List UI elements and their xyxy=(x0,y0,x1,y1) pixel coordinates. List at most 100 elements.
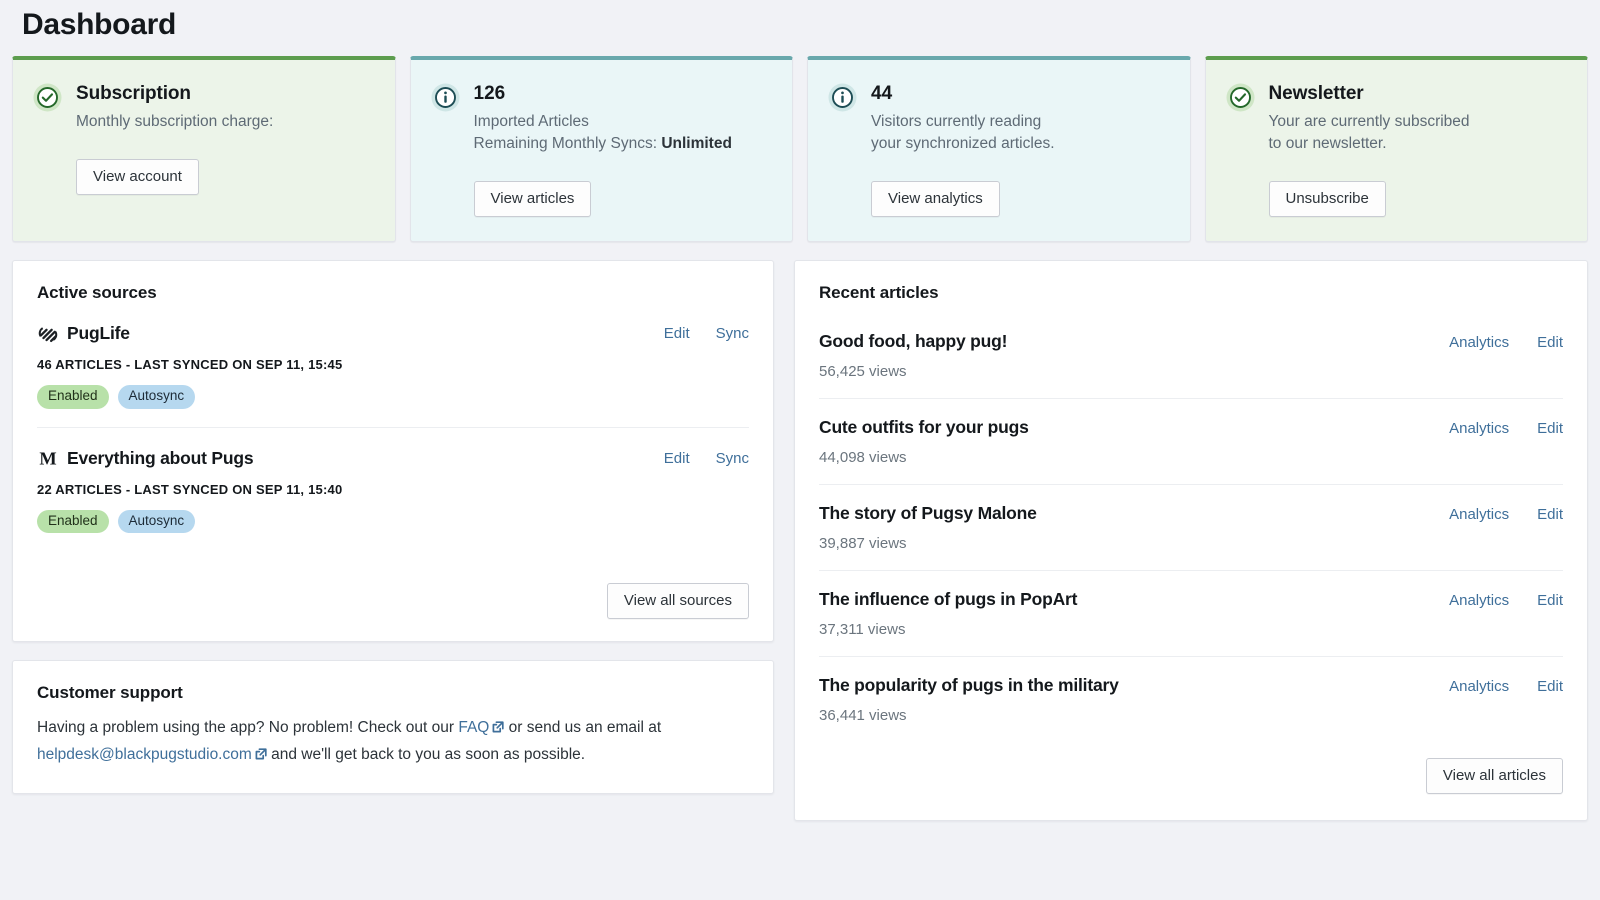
active-sources-list: PugLife Edit Sync 46 ARTICLES - LAST SYN… xyxy=(13,309,773,574)
card-title: 126 xyxy=(474,82,769,106)
faq-link[interactable]: FAQ xyxy=(458,719,489,736)
source-name: PugLife xyxy=(67,323,130,344)
article-edit-link[interactable]: Edit xyxy=(1537,592,1563,609)
article-views: 37,311 views xyxy=(819,621,1449,638)
status-card-imported-articles: 126 Imported Articles Remaining Monthly … xyxy=(410,56,794,242)
view-all-sources-button[interactable]: View all sources xyxy=(607,583,749,619)
article-actions: Analytics Edit xyxy=(1449,675,1563,695)
source-actions: Edit Sync xyxy=(664,450,749,467)
article-analytics-link[interactable]: Analytics xyxy=(1449,592,1509,609)
support-email-link[interactable]: helpdesk@blackpugstudio.com xyxy=(37,746,252,763)
card-button-wrap: View account xyxy=(76,159,371,195)
article-edit-link[interactable]: Edit xyxy=(1537,334,1563,351)
article-views: 44,098 views xyxy=(819,449,1449,466)
list-item: The story of Pugsy Malone 39,887 views A… xyxy=(819,484,1563,570)
status-card-subscription: Subscription Monthly subscription charge… xyxy=(12,56,396,242)
article-analytics-link[interactable]: Analytics xyxy=(1449,506,1509,523)
support-text-after: and we'll get back to you as soon as pos… xyxy=(267,746,585,763)
article-edit-link[interactable]: Edit xyxy=(1537,420,1563,437)
check-circle-icon xyxy=(1226,83,1255,112)
source-edit-link[interactable]: Edit xyxy=(664,325,690,342)
card-subtitle-line: your synchronized articles. xyxy=(871,133,1166,155)
article-actions: Analytics Edit xyxy=(1449,331,1563,351)
article-views: 56,425 views xyxy=(819,363,1449,380)
view-analytics-button[interactable]: View analytics xyxy=(871,181,1000,217)
external-link-icon xyxy=(255,743,267,755)
article-edit-link[interactable]: Edit xyxy=(1537,506,1563,523)
recent-articles-footer: View all articles xyxy=(795,742,1587,820)
source-sync-link[interactable]: Sync xyxy=(716,450,749,467)
customer-support-title: Customer support xyxy=(13,661,773,709)
customer-support-text: Having a problem using the app? No probl… xyxy=(13,709,773,768)
view-all-articles-button[interactable]: View all articles xyxy=(1426,758,1563,794)
info-circle-icon xyxy=(431,83,460,112)
card-head: Newsletter Your are currently subscribed… xyxy=(1226,82,1564,155)
customer-support-panel: Customer support Having a problem using … xyxy=(12,660,774,793)
card-title: Subscription xyxy=(76,82,371,106)
right-column: Recent articles Good food, happy pug! 56… xyxy=(794,260,1588,821)
list-item: The popularity of pugs in the military 3… xyxy=(819,656,1563,742)
card-body: Subscription Monthly subscription charge… xyxy=(76,82,371,133)
card-button-wrap: View articles xyxy=(474,181,769,217)
source-actions: Edit Sync xyxy=(664,325,749,342)
card-subtitle: Your are currently subscribed to our new… xyxy=(1269,111,1564,155)
source-header: PugLife Edit Sync xyxy=(37,323,749,345)
card-button-wrap: View analytics xyxy=(871,181,1166,217)
info-circle-icon xyxy=(828,83,857,112)
list-item: Good food, happy pug! 56,425 views Analy… xyxy=(819,313,1563,398)
active-sources-panel: Active sources xyxy=(12,260,774,643)
source-meta: 22 ARTICLES - LAST SYNCED ON SEP 11, 15:… xyxy=(37,482,749,497)
article-analytics-link[interactable]: Analytics xyxy=(1449,420,1509,437)
card-title: 44 xyxy=(871,82,1166,106)
status-badge-enabled: Enabled xyxy=(37,510,109,534)
support-text-between: or send us an email at xyxy=(504,719,661,736)
syncs-label: Remaining Monthly Syncs: xyxy=(474,135,662,152)
article-actions: Analytics Edit xyxy=(1449,503,1563,523)
recent-articles-panel: Recent articles Good food, happy pug! 56… xyxy=(794,260,1588,821)
card-subtitle: Monthly subscription charge: xyxy=(76,111,371,133)
support-text-before: Having a problem using the app? No probl… xyxy=(37,719,458,736)
unsubscribe-button[interactable]: Unsubscribe xyxy=(1269,181,1386,217)
card-subtitle-line: Visitors currently reading xyxy=(871,111,1166,133)
article-main: The influence of pugs in PopArt 37,311 v… xyxy=(819,589,1449,638)
check-circle-icon xyxy=(33,83,62,112)
article-main: The popularity of pugs in the military 3… xyxy=(819,675,1449,724)
active-sources-title: Active sources xyxy=(13,261,773,309)
medium-logo-icon: M xyxy=(37,448,63,470)
list-item: Cute outfits for your pugs 44,098 views … xyxy=(819,398,1563,484)
article-title: The story of Pugsy Malone xyxy=(819,503,1449,524)
recent-articles-title: Recent articles xyxy=(795,261,1587,309)
squarespace-logo-icon xyxy=(37,323,63,345)
article-analytics-link[interactable]: Analytics xyxy=(1449,678,1509,695)
article-analytics-link[interactable]: Analytics xyxy=(1449,334,1509,351)
article-actions: Analytics Edit xyxy=(1449,589,1563,609)
status-card-visitors: 44 Visitors currently reading your synch… xyxy=(807,56,1191,242)
article-actions: Analytics Edit xyxy=(1449,417,1563,437)
article-edit-link[interactable]: Edit xyxy=(1537,678,1563,695)
card-subtitle-line: to our newsletter. xyxy=(1269,133,1564,155)
article-views: 36,441 views xyxy=(819,707,1449,724)
source-sync-link[interactable]: Sync xyxy=(716,325,749,342)
syncs-value: Unlimited xyxy=(661,135,732,152)
article-views: 39,887 views xyxy=(819,535,1449,552)
card-subtitle-line: Monthly subscription charge: xyxy=(76,111,371,133)
source-meta: 46 ARTICLES - LAST SYNCED ON SEP 11, 15:… xyxy=(37,357,749,372)
article-title: Cute outfits for your pugs xyxy=(819,417,1449,438)
article-title: Good food, happy pug! xyxy=(819,331,1449,352)
article-main: Cute outfits for your pugs 44,098 views xyxy=(819,417,1449,466)
card-subtitle-line: Imported Articles xyxy=(474,111,769,133)
view-articles-button[interactable]: View articles xyxy=(474,181,592,217)
page-title: Dashboard xyxy=(12,0,1588,56)
status-badge-enabled: Enabled xyxy=(37,385,109,409)
active-sources-footer: View all sources xyxy=(13,573,773,641)
card-button-wrap: Unsubscribe xyxy=(1269,181,1564,217)
source-edit-link[interactable]: Edit xyxy=(664,450,690,467)
card-title: Newsletter xyxy=(1269,82,1564,106)
view-account-button[interactable]: View account xyxy=(76,159,199,195)
card-subtitle-line: Your are currently subscribed xyxy=(1269,111,1564,133)
source-header: M Everything about Pugs Edit Sync xyxy=(37,448,749,470)
source-badges: Enabled Autosync xyxy=(37,510,749,534)
source-row: PugLife Edit Sync 46 ARTICLES - LAST SYN… xyxy=(37,309,749,427)
status-badge-autosync: Autosync xyxy=(118,510,196,534)
article-main: Good food, happy pug! 56,425 views xyxy=(819,331,1449,380)
